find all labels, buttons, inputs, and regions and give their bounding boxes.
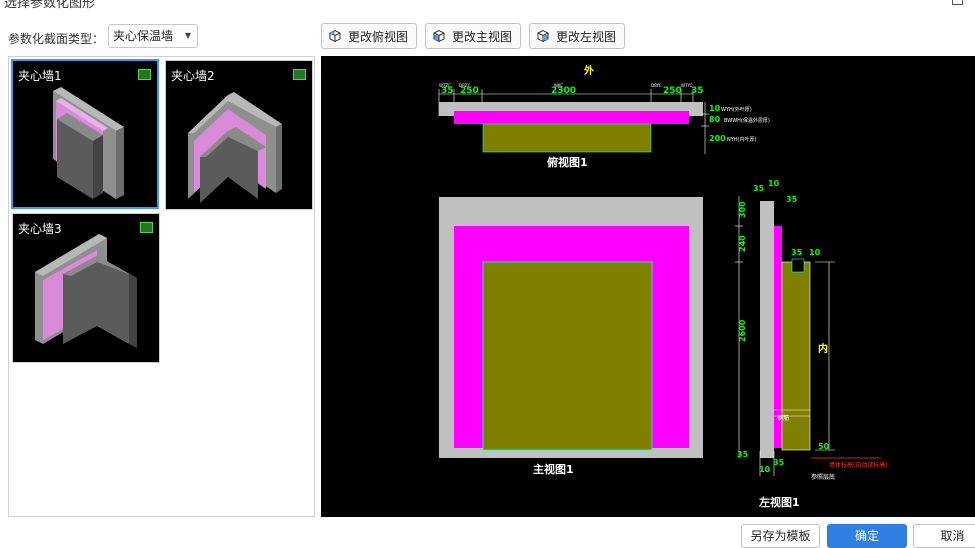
thumbnail-item[interactable]: 夹心墙2 [165, 60, 313, 210]
front-view-inner-wythe [482, 261, 653, 451]
save-as-template-button[interactable]: 另存为模板 [741, 524, 820, 548]
change-left-view-button[interactable]: 更改左视图 [529, 23, 626, 49]
left-view-notch [791, 258, 805, 273]
front-view-title: 主视图1 [533, 462, 574, 476]
dim-value: 240 [738, 235, 747, 252]
cube-icon [537, 29, 549, 43]
monitor-icon [140, 222, 153, 233]
dim-value: 10 [759, 465, 771, 474]
chevron-down-icon: ▼ [184, 31, 191, 40]
dim-value: 10 [709, 104, 721, 113]
thumbnail-item[interactable]: 夹心墙1 [11, 59, 159, 209]
left-mid-label: 钢筋 [777, 414, 789, 422]
outside-label: 外 [583, 64, 594, 77]
left-view-outer-wythe [760, 201, 774, 458]
dim-value: 35 [737, 450, 749, 459]
change-front-view-button[interactable]: 更改主视图 [425, 23, 522, 49]
dim-value: 35 [773, 458, 785, 467]
inside-label: 内 [818, 342, 828, 355]
dim-value: 35 [753, 184, 765, 193]
dim-value: 2600 [738, 319, 747, 342]
thumbnail-name: 夹心墙2 [171, 69, 215, 83]
thumbnail-name: 夹心墙3 [18, 222, 62, 236]
elevation-note: 墙体标高(自动读标高) [829, 461, 888, 469]
dim-value: 2300 [551, 86, 576, 96]
preview-canvas[interactable]: 外 WTZC DBZC WKC DBYC WTYC 35 250 2300 25… [321, 56, 975, 517]
dim-value: 35 [791, 248, 803, 257]
dim-value: 80 [709, 115, 721, 124]
reference-note: 参照层底 [811, 473, 835, 481]
top-view-inner-wythe [482, 123, 652, 153]
thumbnail-name: 夹心墙1 [18, 69, 62, 83]
dim-tag: NYH(内叶厚) [727, 136, 757, 143]
dim-value: 35 [441, 86, 454, 96]
dim-value: 10 [768, 179, 780, 188]
cube-icon [433, 29, 445, 43]
section-type-select[interactable]: 夹心保温墙 ▼ [108, 24, 198, 48]
dim-value: 250 [460, 86, 479, 96]
dim-tag: BWWH(保温外层厚) [724, 117, 770, 124]
dim-value: 35 [691, 86, 704, 96]
change-left-view-label: 更改左视图 [556, 29, 617, 44]
monitor-icon [293, 69, 306, 80]
dim-value: 200 [709, 134, 726, 143]
dim-value: 300 [738, 201, 747, 218]
dialog-title: 选择参数化图形 [4, 0, 96, 11]
dim-value: 10 [809, 248, 821, 257]
window-maximize-button[interactable] [952, 0, 963, 5]
change-top-view-label: 更改俯视图 [348, 29, 409, 44]
dim-tag: WYH(外叶厚) [721, 106, 752, 113]
thumbnail-gallery: 夹心墙1 夹心墙2 夹心墙3 [8, 56, 315, 517]
section-type-value: 夹心保温墙 [113, 29, 174, 43]
change-top-view-button[interactable]: 更改俯视图 [321, 23, 418, 49]
left-view-title: 左视图1 [758, 495, 800, 509]
cancel-button[interactable]: 取消 [913, 524, 975, 548]
dim-value: 250 [663, 86, 682, 96]
thumbnail-item[interactable]: 夹心墙3 [12, 213, 160, 363]
top-view-title: 俯视图1 [547, 155, 588, 169]
dim-tag: DBYC [651, 83, 662, 88]
top-view-insulation [454, 111, 689, 124]
ok-button[interactable]: 确定 [827, 524, 907, 548]
section-type-label: 参数化截面类型： [8, 32, 105, 46]
dim-value: 35 [786, 195, 798, 204]
change-front-view-label: 更改主视图 [452, 29, 513, 44]
cube-icon [329, 29, 341, 43]
dim-value: 50 [818, 442, 830, 451]
monitor-icon [138, 69, 151, 80]
